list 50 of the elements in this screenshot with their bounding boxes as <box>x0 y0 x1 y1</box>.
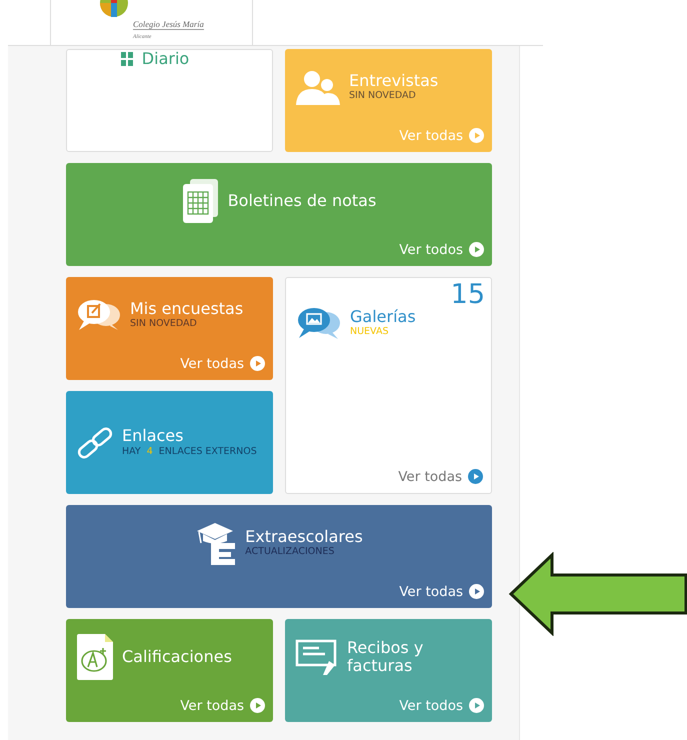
see-all-link[interactable]: Ver todas <box>398 466 483 487</box>
see-all-link[interactable]: Ver todas <box>399 582 484 602</box>
tile-subtitle: SIN NOVEDAD <box>130 318 197 331</box>
play-icon <box>469 698 484 714</box>
tile-title: Calificaciones <box>122 648 232 667</box>
tile-card[interactable]: Entrevistas SIN NOVEDAD Ver todas <box>285 49 492 152</box>
play-icon <box>469 242 484 258</box>
tile-title: Galerías <box>350 308 416 326</box>
play-icon <box>250 698 265 714</box>
see-all-link[interactable]: Ver todos <box>399 696 484 716</box>
tile-title: Extraescolares <box>245 528 363 546</box>
tile-icon <box>182 178 220 224</box>
tile-icon <box>76 633 114 682</box>
tile-card[interactable]: Recibos y facturas Ver todos <box>285 619 492 722</box>
see-all-link[interactable]: Ver todas <box>180 354 265 374</box>
play-icon <box>250 356 265 372</box>
tile-title: Boletines de notas <box>228 192 376 211</box>
tile-title: Mis encuestas <box>130 300 244 318</box>
see-all-link[interactable]: Ver todas <box>180 696 265 716</box>
play-icon <box>469 584 484 600</box>
tile-card[interactable]: Enlaces HAY 4 ENLACES EXTERNOS <box>66 391 273 494</box>
tile-card[interactable]: Galerías NUEVAS 15 Ver todas <box>285 277 492 494</box>
logo-subtitle: Colegio Jesús María <box>133 20 204 30</box>
tile-card[interactable]: Boletines de notas Ver todos <box>66 163 492 266</box>
tile-icon <box>295 69 341 106</box>
tile-icon <box>76 298 122 332</box>
tile-title: Recibos y facturas <box>347 638 424 676</box>
play-icon <box>468 469 483 484</box>
tile-icon <box>296 306 342 340</box>
tile-card[interactable]: Diario <box>66 49 273 152</box>
tile-card[interactable]: Extraescolares ACTUALIZACIONES Ver todas <box>66 505 492 608</box>
tile-card[interactable]: Mis encuestas SIN NOVEDAD Ver todas <box>66 277 273 380</box>
tile-subtitle: HAY <box>122 446 141 458</box>
tile-icon <box>76 426 114 460</box>
see-all-link[interactable]: Ver todas <box>399 126 484 146</box>
tile-subtitle: ENLACES EXTERNOS <box>158 446 257 458</box>
see-all-link[interactable]: Ver todos <box>399 240 484 260</box>
tile-subtitle: 4 <box>146 446 153 458</box>
count-number: 15 <box>450 280 485 310</box>
tile-title: Enlaces <box>122 427 184 446</box>
tile-subtitle: ACTUALIZACIONES <box>245 546 334 559</box>
tile-card[interactable]: Calificaciones Ver todas <box>66 619 273 722</box>
tile-subtitle: SIN NOVEDAD <box>349 90 416 103</box>
tile-icon <box>195 521 238 566</box>
tile-subtitle: NUEVAS <box>350 326 388 338</box>
play-icon <box>469 128 484 144</box>
tile-title: Diario <box>142 50 190 68</box>
tile-icon <box>295 637 339 678</box>
tile-icon <box>120 52 134 66</box>
tile-title: Entrevistas <box>349 72 438 90</box>
